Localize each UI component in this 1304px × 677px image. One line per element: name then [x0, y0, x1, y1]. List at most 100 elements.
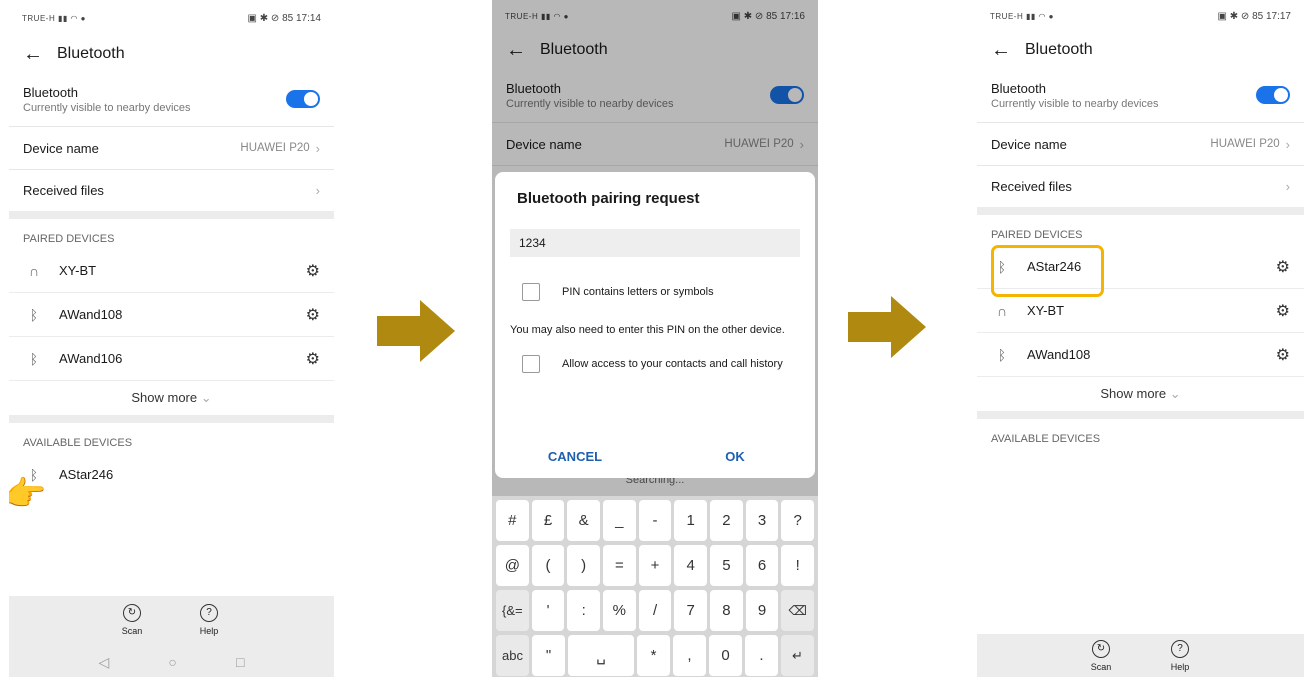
chevron-down-icon: ⌄ [1169, 386, 1181, 401]
keyboard-key[interactable]: # [496, 500, 529, 541]
keyboard-key[interactable]: ( [531, 545, 565, 586]
status-bar: TRUE-H ▮▮ ◠ ● ▣ ✱ ⊘ 85 17:17 [990, 10, 1291, 22]
contacts-access-label: Allow access to your contacts and call h… [562, 358, 783, 370]
keyboard-key[interactable]: ! [781, 545, 815, 586]
headphones-icon: ∩ [996, 302, 1008, 319]
received-files-row[interactable]: Received files › [9, 170, 334, 211]
keyboard-key[interactable]: ) [567, 545, 601, 586]
keyboard-key[interactable]: ' [531, 590, 565, 631]
keyboard-key[interactable]: 9 [745, 590, 779, 631]
keyboard-key[interactable]: 6 [745, 545, 779, 586]
keyboard-key[interactable]: {&= [496, 590, 529, 631]
nav-home-icon[interactable]: ○ [168, 654, 176, 671]
nav-back-icon[interactable]: ◁ [99, 654, 110, 671]
keyboard-key[interactable]: @ [496, 545, 529, 586]
system-nav-bar: ◁ ○ □ [9, 654, 334, 671]
visibility-subtitle: Currently visible to nearby devices [23, 101, 191, 114]
chevron-right-icon: › [315, 183, 320, 198]
keyboard-key[interactable]: abc [496, 635, 529, 676]
keyboard-key[interactable]: £ [531, 500, 565, 541]
bluetooth-toggle-row[interactable]: Bluetooth Currently visible to nearby de… [9, 72, 334, 127]
available-devices-header: AVAILABLE DEVICES [23, 437, 133, 449]
bluetooth-toggle[interactable] [286, 90, 320, 108]
gear-icon[interactable]: ⚙ [1276, 257, 1290, 277]
chevron-right-icon: › [315, 140, 320, 156]
keyboard-key[interactable]: + [638, 545, 672, 586]
keyboard-key[interactable]: 4 [674, 545, 708, 586]
carrier-label: TRUE-H [22, 13, 56, 23]
keyboard-key[interactable]: / [638, 590, 672, 631]
help-icon: ? [200, 604, 218, 622]
keyboard-key[interactable]: _ [603, 500, 636, 541]
battery-level: 85 [282, 12, 294, 24]
keyboard-key[interactable]: = [603, 545, 636, 586]
pin-letters-checkbox-row[interactable]: PIN contains letters or symbols [495, 283, 815, 301]
gear-icon[interactable]: ⚙ [1276, 301, 1290, 321]
gear-icon[interactable]: ⚙ [306, 305, 320, 325]
section-divider [977, 207, 1304, 215]
section-divider [9, 415, 334, 423]
back-arrow-icon[interactable]: ← [23, 44, 43, 64]
screen-bluetooth-before: TRUE-H ▮▮ ◠ ● ▣ ✱ ⊘ 85 17:14 ← Bluetooth… [9, 0, 334, 677]
paired-device-item[interactable]: ᛒ AWand108 ⚙ [9, 293, 334, 337]
device-label: XY-BT [59, 263, 97, 278]
enter-icon[interactable]: ↵ [781, 635, 814, 676]
keyboard-key[interactable]: * [637, 635, 670, 676]
keyboard-key[interactable]: % [603, 590, 636, 631]
keyboard-key[interactable]: , [673, 635, 706, 676]
bluetooth-toggle-row[interactable]: Bluetooth Currently visible to nearby de… [977, 68, 1304, 123]
keyboard-key[interactable]: & [567, 500, 601, 541]
keyboard-key[interactable]: 5 [710, 545, 743, 586]
keyboard-key[interactable]: ? [781, 500, 815, 541]
bluetooth-label: Bluetooth [23, 84, 78, 100]
available-device-item[interactable]: ᛒ AStar246 [9, 453, 334, 496]
help-button[interactable]: ? Help [189, 604, 229, 636]
gear-icon[interactable]: ⚙ [306, 261, 320, 281]
help-label: Help [1170, 662, 1190, 672]
show-more-button[interactable]: Show more ⌄ [977, 377, 1304, 411]
pairing-dialog: Bluetooth pairing request 1234 PIN conta… [495, 172, 815, 478]
pin-input[interactable]: 1234 [510, 229, 800, 257]
keyboard-key[interactable]: 7 [674, 590, 708, 631]
show-more-button[interactable]: Show more ⌄ [9, 381, 334, 415]
keyboard-key[interactable]: . [745, 635, 778, 676]
device-name-row[interactable]: Device name HUAWEI P20 › [977, 123, 1304, 166]
paired-devices-header: PAIRED DEVICES [991, 229, 1083, 241]
gear-icon[interactable]: ⚙ [306, 349, 320, 369]
bottom-action-bar: ↻ Scan ? Help ◁ ○ □ [9, 596, 334, 677]
checkbox[interactable] [522, 355, 540, 373]
keyboard-key[interactable]: : [567, 590, 601, 631]
nav-recents-icon[interactable]: □ [236, 654, 244, 671]
show-more-label: Show more [131, 390, 198, 405]
device-label: AWand108 [59, 307, 123, 322]
keyboard-key[interactable]: 1 [674, 500, 708, 541]
gear-icon[interactable]: ⚙ [1276, 345, 1290, 365]
paired-device-item[interactable]: ᛒ AWand108 ⚙ [977, 333, 1304, 377]
backspace-icon[interactable]: ⌫ [781, 590, 815, 631]
carrier-label: TRUE-H [990, 11, 1024, 21]
received-files-row[interactable]: Received files › [977, 166, 1304, 207]
keyboard-key[interactable]: 0 [709, 635, 742, 676]
paired-device-item[interactable]: ∩ XY-BT ⚙ [9, 249, 334, 293]
back-arrow-icon[interactable]: ← [991, 40, 1011, 60]
help-button[interactable]: ? Help [1160, 640, 1200, 672]
paired-device-item[interactable]: ᛒ AWand106 ⚙ [9, 337, 334, 381]
cancel-button[interactable]: CANCEL [495, 449, 655, 464]
scan-button[interactable]: ↻ Scan [112, 604, 152, 636]
device-name-row[interactable]: Device name HUAWEI P20 › [9, 127, 334, 170]
keyboard-key[interactable]: 8 [710, 590, 743, 631]
scan-button[interactable]: ↻ Scan [1081, 640, 1121, 672]
screen-bluetooth-after: TRUE-H ▮▮ ◠ ● ▣ ✱ ⊘ 85 17:17 ← Bluetooth… [977, 0, 1304, 677]
keyboard-key[interactable]: " [532, 635, 565, 676]
contacts-access-checkbox-row[interactable]: Allow access to your contacts and call h… [495, 355, 815, 373]
bluetooth-toggle[interactable] [1256, 86, 1290, 104]
section-divider [977, 411, 1304, 419]
scan-icon: ↻ [123, 604, 141, 622]
keyboard-key[interactable]: - [638, 500, 672, 541]
ok-button[interactable]: OK [655, 449, 815, 464]
checkbox[interactable] [522, 283, 540, 301]
keyboard-key[interactable]: 3 [745, 500, 779, 541]
bluetooth-icon: ᛒ [997, 346, 1007, 363]
space-key[interactable]: ␣ [568, 635, 634, 676]
keyboard-key[interactable]: 2 [710, 500, 743, 541]
